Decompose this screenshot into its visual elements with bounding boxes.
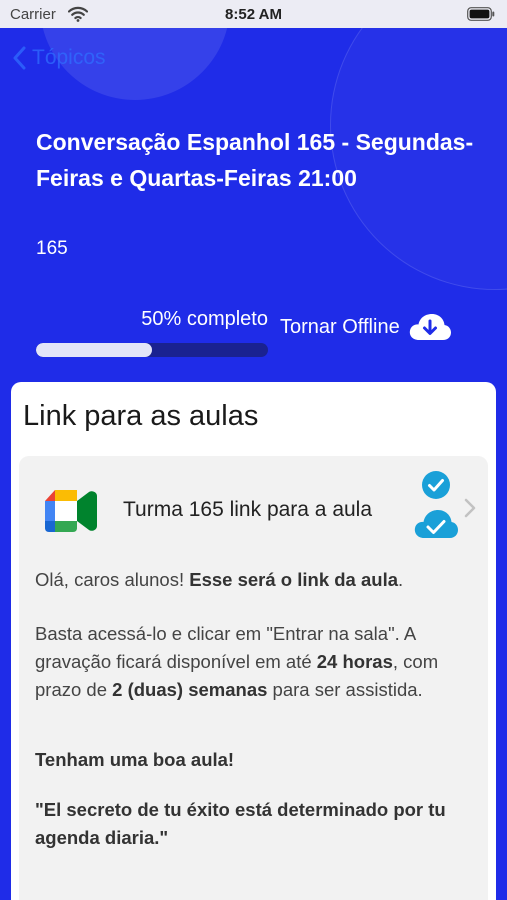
battery-icon [467, 7, 495, 21]
message-paragraph: Olá, caros alunos! Esse será o link da a… [35, 566, 480, 594]
cloud-download-icon [409, 314, 451, 340]
message-text-bold: "El secreto de tu éxito está determinado… [35, 799, 446, 848]
course-title: Conversação Espanhol 165 - Segundas-Feir… [36, 129, 474, 191]
make-offline-label: Tornar Offline [280, 315, 400, 338]
lesson-link-label: Turma 165 link para a aula [123, 498, 373, 521]
progress-label: 50% completo [141, 308, 268, 330]
message-paragraph: Basta acessá-lo e clicar em "Entrar na s… [35, 620, 480, 704]
message-text: para ser assistida. [267, 679, 423, 700]
make-offline-button[interactable]: Tornar Offline [280, 312, 452, 342]
back-label: Tópicos [32, 46, 106, 69]
back-button[interactable]: Tópicos [12, 44, 106, 72]
check-circle-icon [422, 471, 450, 499]
lesson-links-card: Link para as aulas Turma 165 link para a… [11, 382, 496, 900]
status-bar: Carrier 8:52 AM [0, 0, 507, 28]
chevron-right-icon [464, 498, 476, 518]
message-text-bold: 24 horas [316, 651, 393, 672]
message-text-bold: Tenham uma boa aula! [35, 749, 235, 770]
google-meet-icon [45, 490, 97, 532]
clock: 8:52 AM [225, 6, 282, 23]
chevron-left-icon [13, 46, 26, 70]
message-text-bold: Esse será o link da aula [189, 569, 398, 590]
message-text-bold: 2 (duas) semanas [112, 679, 268, 700]
message-paragraph: Tenham uma boa aula! [35, 746, 480, 774]
course-subtitle: 165 [36, 238, 68, 259]
message-paragraph: "El secreto de tu éxito está determinado… [35, 796, 480, 852]
message-text: . [398, 569, 404, 590]
message-text: Olá, caros alunos! [35, 569, 190, 590]
lesson-link-item[interactable]: Turma 165 link para a aula Olá, caros al… [19, 456, 488, 900]
progress-bar [36, 343, 268, 357]
section-title: Link para as aulas [23, 400, 259, 432]
cloud-check-icon [414, 510, 458, 538]
course-header: Tópicos Conversação Espanhol 165 - Segun… [0, 0, 507, 420]
progress-fill [36, 343, 152, 357]
